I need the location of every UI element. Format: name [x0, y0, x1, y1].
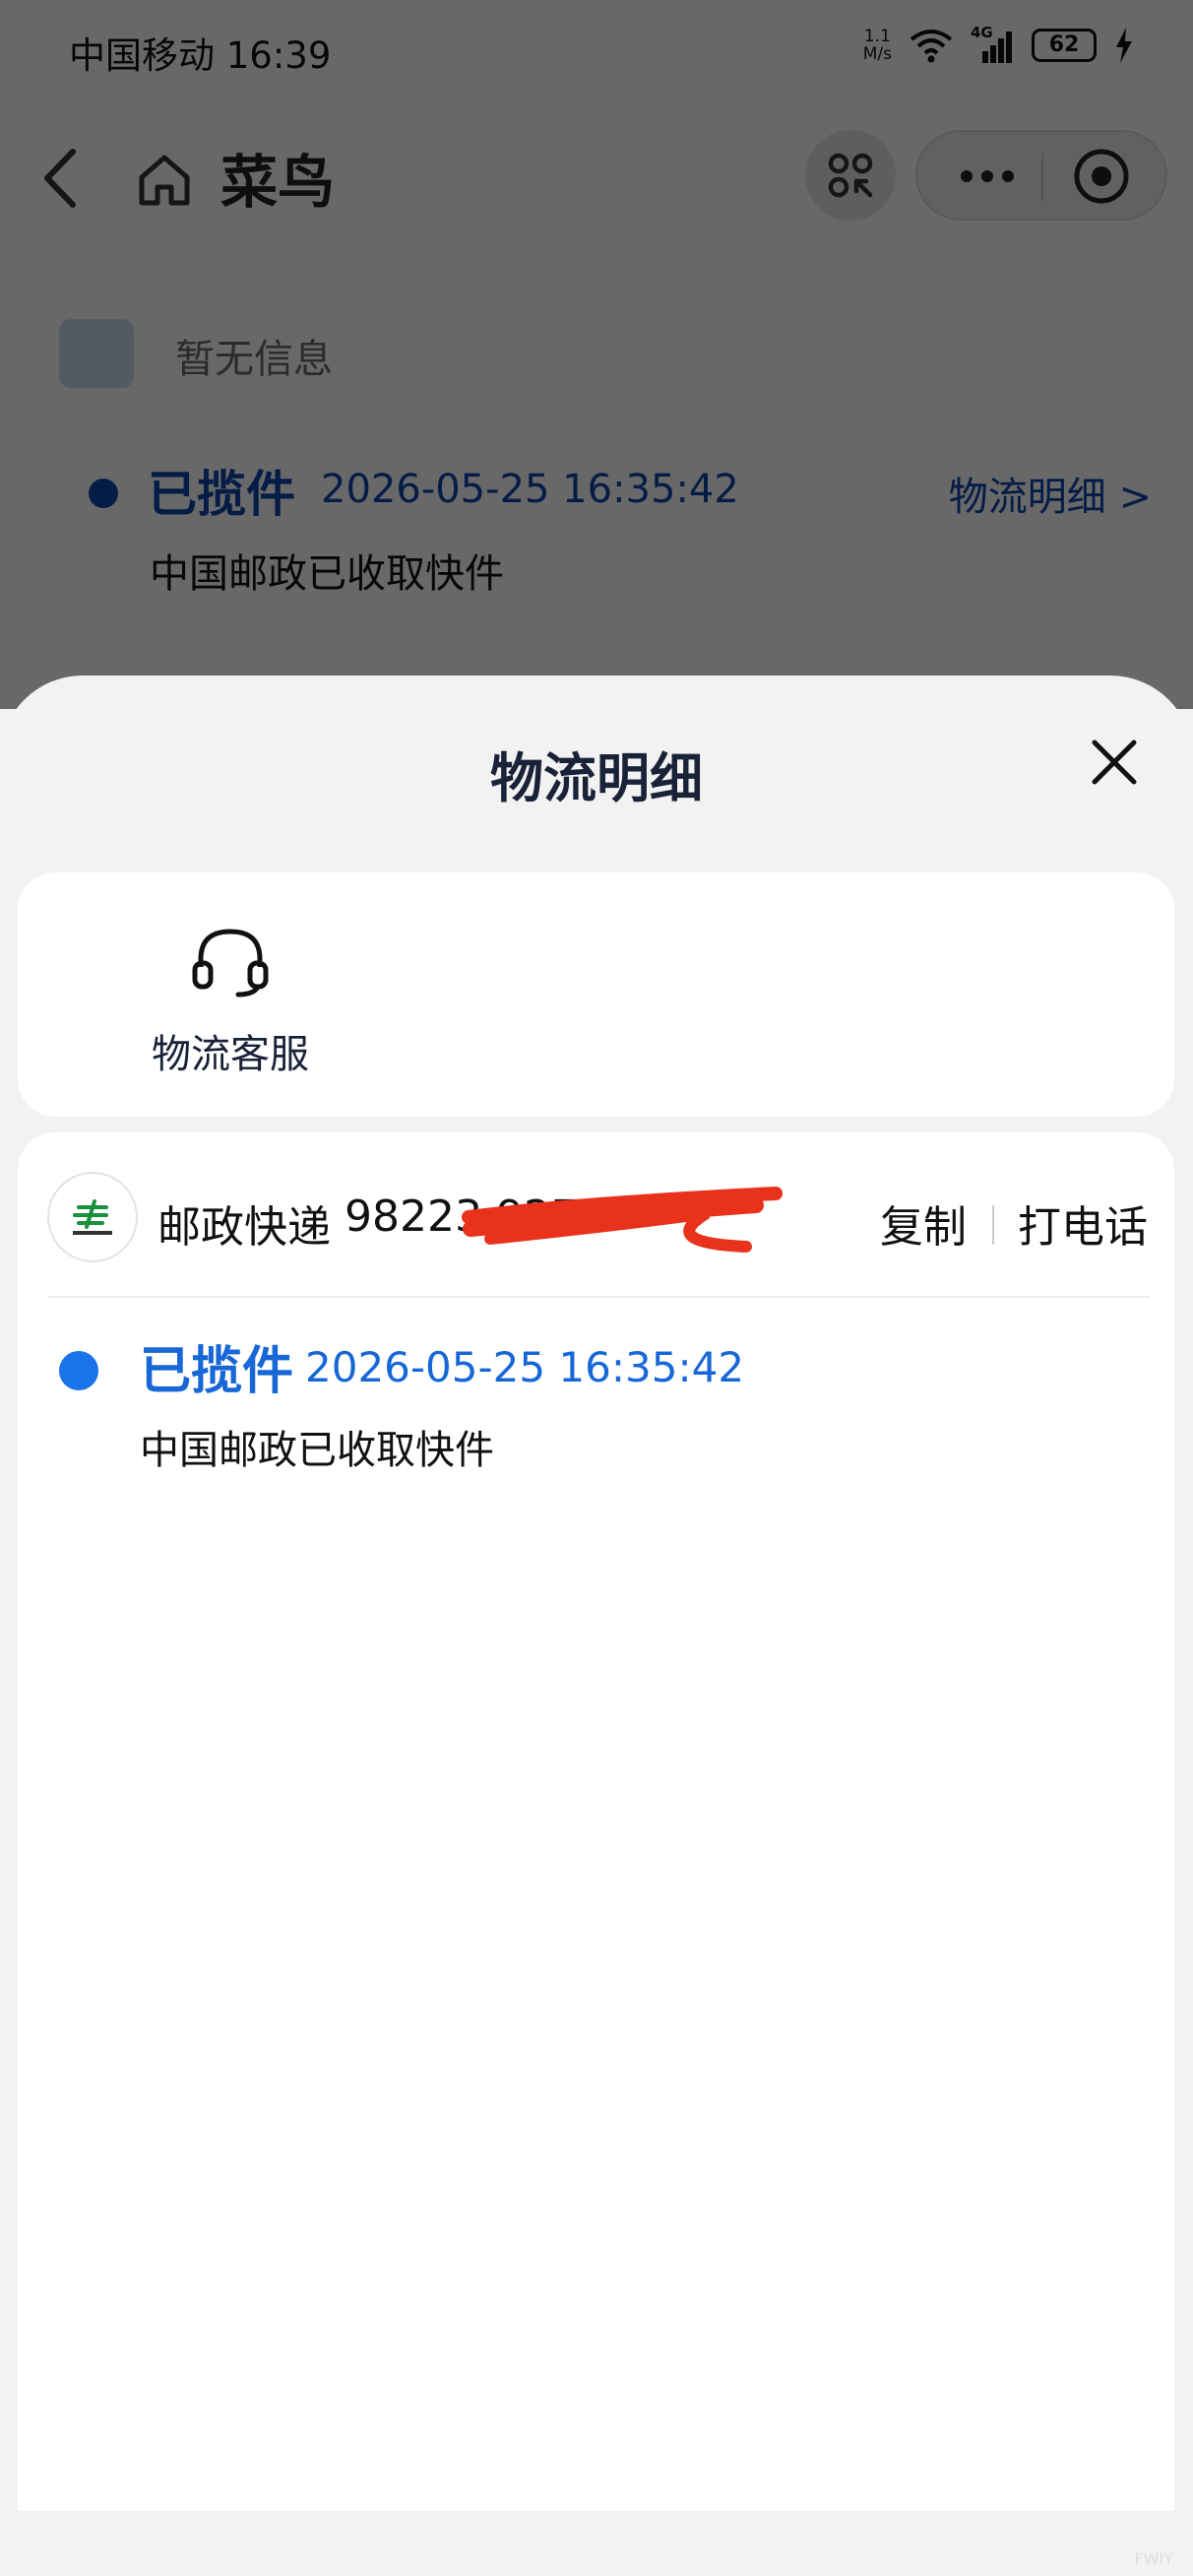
carrier-row: 邮政快递 98223 927 复制 打电话: [47, 1172, 1150, 1266]
event-description: 中国邮政已收取快件: [140, 1428, 494, 1473]
package-icon: [59, 319, 134, 388]
redaction-scribble: [462, 1187, 783, 1253]
mini-program-capsule: [915, 130, 1167, 221]
net-speed: 1.1 M/s: [862, 27, 892, 64]
carrier-name: 邮政快递: [157, 1202, 331, 1253]
divider: [47, 1296, 1150, 1298]
info-text: 暂无信息: [175, 337, 333, 382]
mini-program-scan-button[interactable]: [805, 130, 896, 221]
event-dot: [59, 1351, 98, 1390]
watermark: FWIY: [1134, 2549, 1173, 2568]
more-icon[interactable]: [953, 152, 1022, 201]
status-icons: 1.1 M/s 4G 62: [862, 24, 1134, 64]
capsule-divider: [1041, 154, 1043, 201]
home-icon[interactable]: [136, 152, 193, 209]
close-mini-program-icon[interactable]: [1071, 146, 1132, 207]
back-icon[interactable]: [35, 144, 85, 213]
page-title: 菜鸟: [220, 149, 336, 216]
logistics-detail-sheet: 物流明细 物流客服 邮政快递 98223 927 复制 打电话 已揽件 2026…: [0, 676, 1193, 2576]
track-description: 中国邮政已收取快件: [150, 551, 504, 597]
logistics-detail-link[interactable]: 物流明细 >: [949, 465, 1152, 522]
scan-icon: [828, 153, 873, 198]
signal-icon: 4G: [971, 24, 1014, 63]
call-button[interactable]: 打电话: [1018, 1191, 1148, 1255]
sheet-title: 物流明细: [490, 747, 703, 809]
service-card: 物流客服: [18, 872, 1174, 1117]
event-time: 2026-05-25 16:35:42: [305, 1343, 745, 1391]
bottom-strip: FWIY: [0, 2515, 1193, 2576]
carrier-time: 中国移动 16:39: [69, 34, 332, 77]
tracking-card: 邮政快递 98223 927 复制 打电话 已揽件 2026-05-25 16:…: [18, 1132, 1174, 2511]
action-divider: [992, 1205, 994, 1245]
nav-bar: 菜鸟: [0, 108, 1193, 246]
headset-icon: [192, 929, 269, 998]
event-status: 已揽件: [140, 1342, 294, 1401]
background-track-summary: 已揽件 2026-05-25 16:35:42 物流明细 > 中国邮政已收取快件: [89, 455, 1152, 603]
customer-service-label: 物流客服: [152, 1032, 309, 1077]
charging-icon: [1116, 28, 1132, 63]
track-time: 2026-05-25 16:35:42: [321, 467, 739, 512]
china-post-logo: [47, 1172, 138, 1262]
status-bar: 中国移动 16:39 1.1 M/s 4G 62: [0, 0, 1193, 98]
track-status: 已揽件: [148, 466, 295, 523]
customer-service-button[interactable]: 物流客服: [122, 924, 339, 1081]
copy-button[interactable]: 复制: [880, 1191, 967, 1255]
wifi-icon: [910, 30, 953, 63]
status-dot: [89, 479, 118, 508]
close-icon[interactable]: [1087, 735, 1142, 790]
battery-indicator: 62: [1032, 29, 1097, 62]
info-row: 暂无信息: [59, 313, 1142, 392]
background-page: 中国移动 16:39 1.1 M/s 4G 62 菜鸟 暂无信息 已揽件 202…: [0, 0, 1193, 709]
